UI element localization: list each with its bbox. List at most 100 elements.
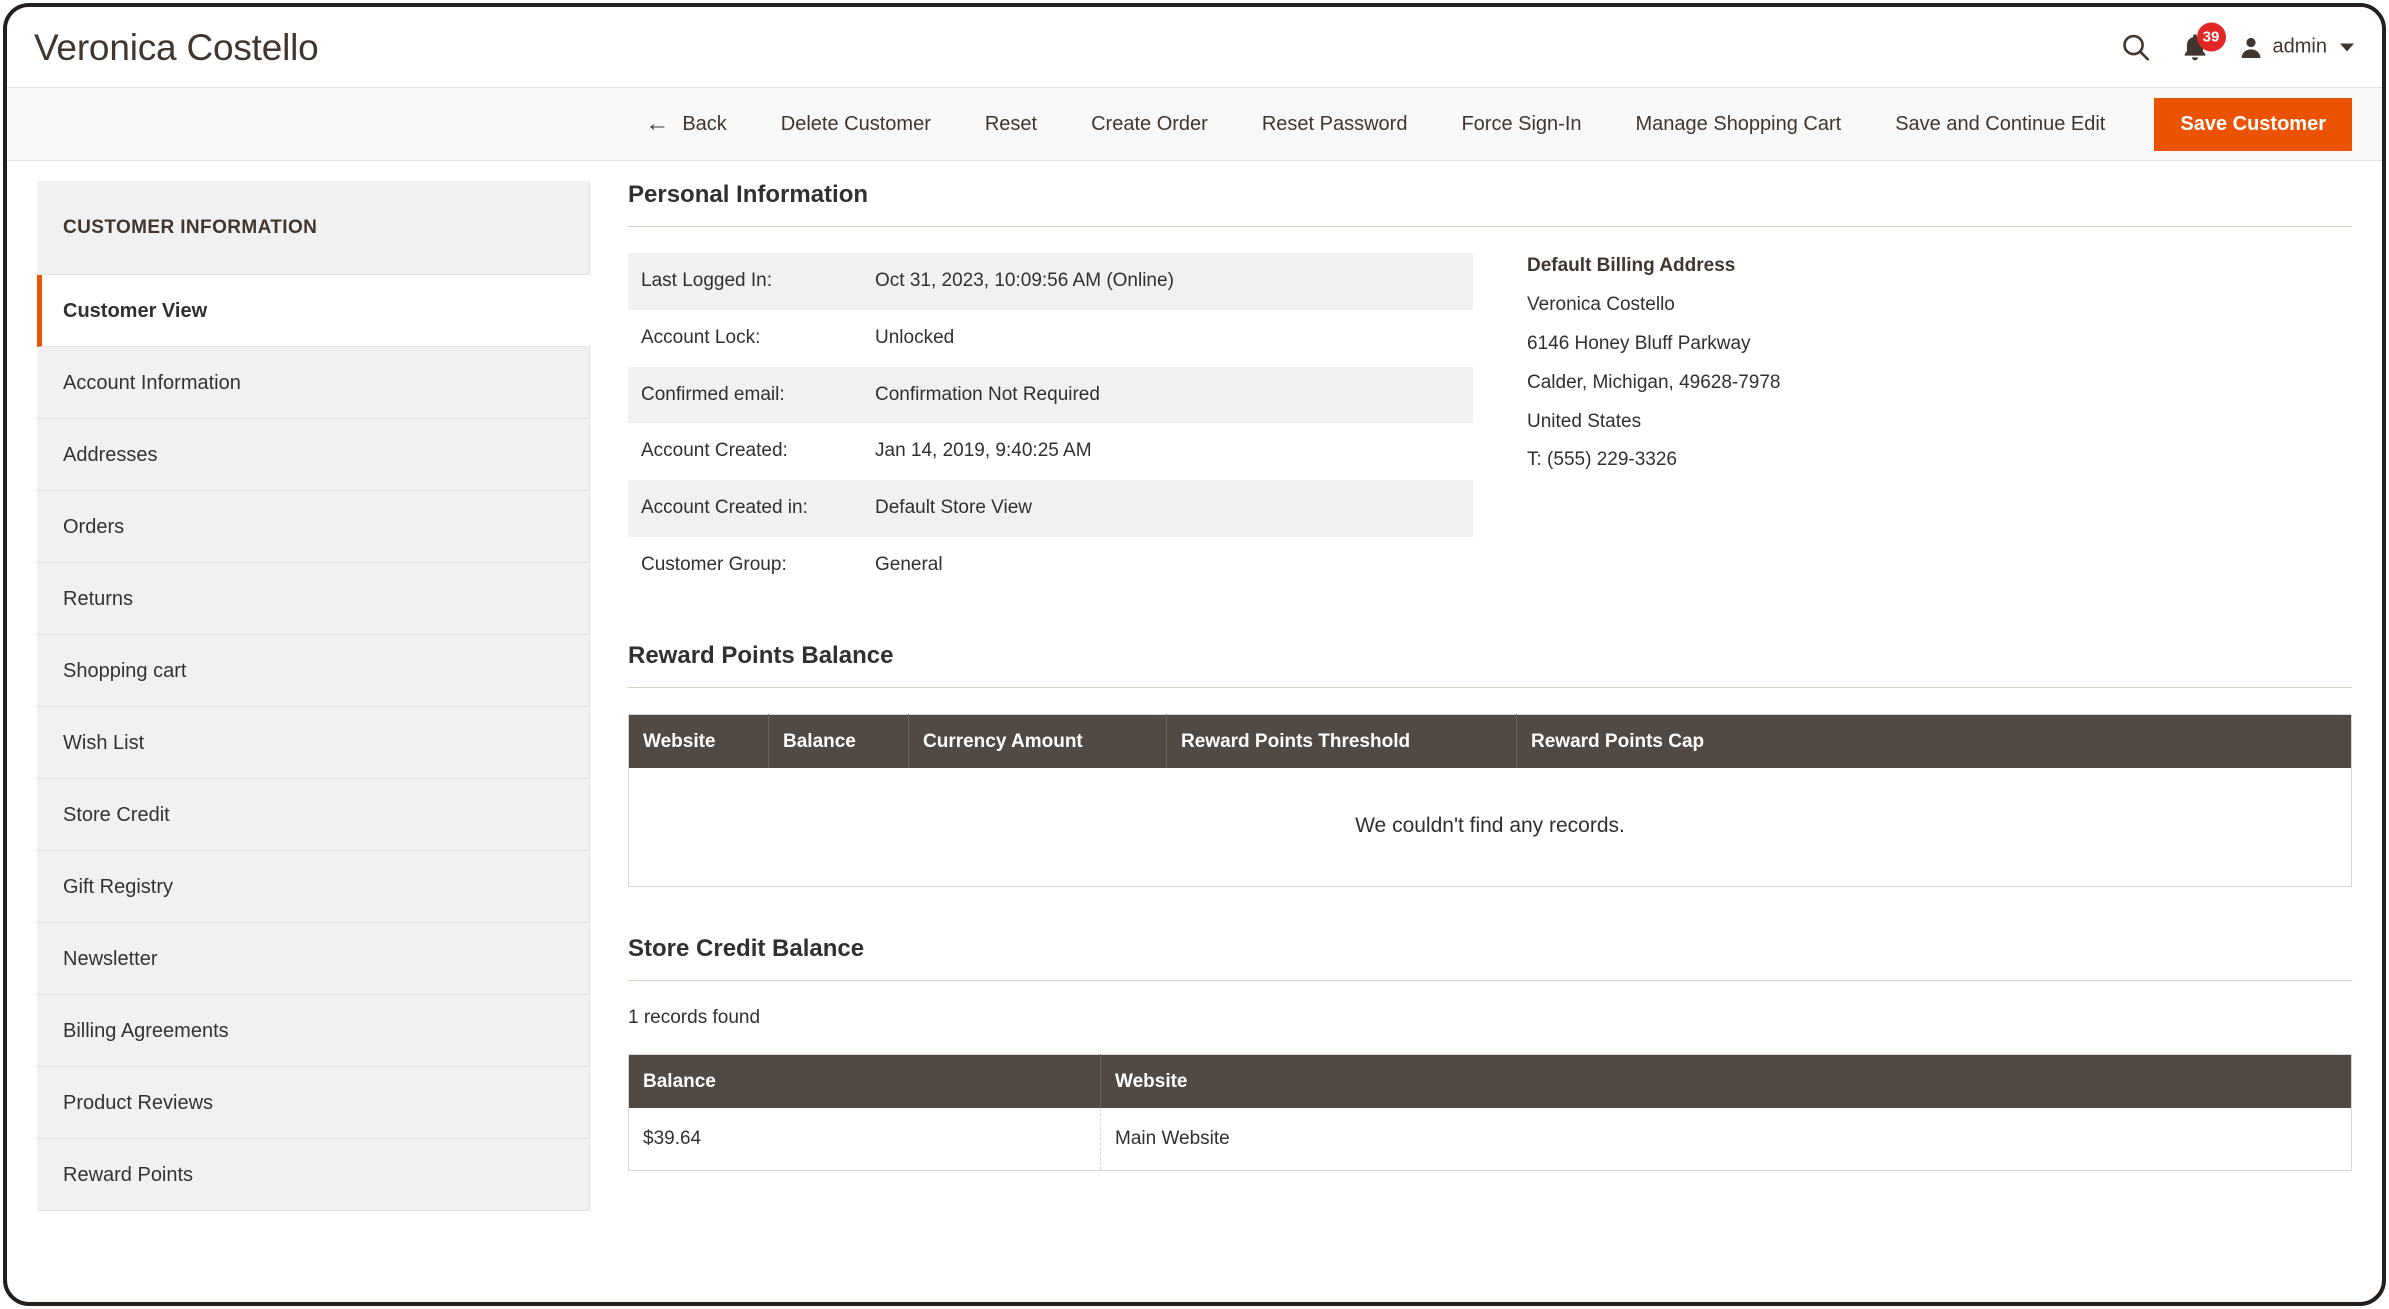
back-button[interactable]: ← Back	[645, 112, 753, 136]
personal-info-value: Oct 31, 2023, 10:09:56 AM (Online)	[875, 270, 1174, 291]
table-row: $39.64 Main Website	[628, 1107, 2352, 1171]
table-row: Account Created in: Default Store View	[628, 480, 1473, 537]
cell-balance: $39.64	[628, 1107, 1101, 1171]
customer-information-sidebar: CUSTOMER INFORMATION Customer View Accoun…	[37, 181, 590, 1211]
back-button-label: Back	[682, 112, 727, 135]
sidebar-item-label: Addresses	[63, 444, 158, 466]
chevron-down-icon	[2340, 43, 2354, 51]
arrow-left-icon: ←	[645, 110, 670, 137]
personal-info-label: Customer Group:	[641, 553, 787, 575]
sidebar-item-account-information[interactable]: Account Information	[37, 347, 589, 419]
admin-user-label: admin	[2272, 35, 2327, 58]
personal-info-value: Unlocked	[875, 326, 955, 348]
personal-information-section: Personal Information Last Logged In: Oct …	[628, 181, 2352, 594]
column-header[interactable]: Balance	[628, 1054, 1101, 1108]
sidebar-item-label: Reward Points	[63, 1164, 194, 1186]
address-line: United States	[1527, 410, 1642, 432]
table-row: Last Logged In: Oct 31, 2023, 10:09:56 AM…	[628, 253, 1473, 310]
default-billing-address: Default Billing Address Veronica Costell…	[1473, 253, 1781, 594]
save-and-continue-edit-button[interactable]: Save and Continue Edit	[1868, 113, 2132, 136]
reward-points-balance-section: Reward Points Balance Website Balance Curr…	[628, 642, 2352, 887]
browser-page-frame: Veronica Costello 39 admin ← Back Delete…	[3, 3, 2386, 1306]
sidebar-item-customer-view[interactable]: Customer View	[37, 275, 590, 347]
personal-info-label: Account Created:	[641, 440, 788, 462]
sidebar-item-label: Orders	[63, 516, 125, 538]
records-found-label: 1 records found	[628, 1006, 761, 1028]
sidebar-item-wish-list[interactable]: Wish List	[37, 707, 589, 779]
create-order-button[interactable]: Create Order	[1064, 113, 1235, 136]
table-row: Account Lock: Unlocked	[628, 310, 1473, 367]
sidebar-item-label: Billing Agreements	[63, 1020, 229, 1042]
personal-information-table: Last Logged In: Oct 31, 2023, 10:09:56 AM…	[628, 253, 1473, 594]
personal-information-title: Personal Information	[628, 181, 2352, 227]
page-actions-toolbar: ← Back Delete Customer Reset Create Orde…	[7, 87, 2382, 161]
personal-info-label: Account Created in:	[641, 497, 808, 519]
sidebar-item-label: Returns	[63, 588, 134, 610]
column-header[interactable]: Reward Points Threshold	[1166, 714, 1517, 768]
sidebar-item-reward-points[interactable]: Reward Points	[37, 1139, 589, 1211]
notifications-button[interactable]: 39	[2181, 22, 2226, 62]
sidebar-item-orders[interactable]: Orders	[37, 491, 589, 563]
reset-button[interactable]: Reset	[958, 113, 1064, 136]
sidebar-item-label: Shopping cart	[63, 660, 187, 682]
store-credit-balance-title: Store Credit Balance	[628, 935, 2352, 981]
sidebar-item-label: Wish List	[63, 732, 145, 754]
store-credit-balance-grid: Balance Website $39.64 Main Website	[628, 1053, 2352, 1171]
sidebar-item-store-credit[interactable]: Store Credit	[37, 779, 589, 851]
admin-header: Veronica Costello 39 admin	[7, 7, 2382, 87]
table-row: Customer Group: General	[628, 537, 1473, 594]
sidebar-item-label: Gift Registry	[63, 876, 174, 898]
personal-info-value: Jan 14, 2019, 9:40:25 AM	[875, 440, 1092, 462]
page-title: Veronica Costello	[34, 26, 319, 68]
address-line: Calder, Michigan, 49628-7978	[1527, 371, 1781, 393]
admin-user-menu[interactable]: admin	[2239, 35, 2354, 59]
personal-info-value: Default Store View	[875, 497, 1033, 519]
default-billing-address-title: Default Billing Address	[1527, 255, 1736, 276]
column-header[interactable]: Website	[1100, 1054, 2352, 1108]
personal-info-label: Confirmed email:	[641, 383, 785, 405]
personal-info-value: Confirmation Not Required	[875, 383, 1100, 405]
personal-info-label: Last Logged In:	[641, 270, 772, 291]
address-line: T: (555) 229-3326	[1527, 449, 1677, 471]
search-icon[interactable]	[2120, 32, 2151, 63]
address-line: Veronica Costello	[1527, 294, 1675, 315]
user-avatar-icon	[2241, 37, 2260, 58]
empty-records-message: We couldn't find any records.	[628, 767, 2352, 887]
store-credit-balance-section: Store Credit Balance 1 records found Bal…	[628, 935, 2352, 1171]
manage-shopping-cart-button[interactable]: Manage Shopping Cart	[1609, 113, 1869, 136]
sidebar-item-billing-agreements[interactable]: Billing Agreements	[37, 995, 589, 1067]
column-header[interactable]: Currency Amount	[908, 714, 1167, 768]
column-header[interactable]: Website	[628, 714, 769, 768]
cell-website: Main Website	[1100, 1107, 2352, 1171]
sidebar-item-gift-registry[interactable]: Gift Registry	[37, 851, 589, 923]
column-header[interactable]: Balance	[768, 714, 909, 768]
notifications-badge: 39	[2196, 22, 2226, 51]
header-actions: 39 admin	[2120, 22, 2354, 63]
reward-points-balance-title: Reward Points Balance	[628, 642, 2352, 688]
table-header-row: Website Balance Currency Amount Reward Poin…	[628, 714, 2352, 768]
table-row: Account Created: Jan 14, 2019, 9:40:25 AM	[628, 423, 1473, 480]
sidebar-item-product-reviews[interactable]: Product Reviews	[37, 1067, 589, 1139]
sidebar-item-returns[interactable]: Returns	[37, 563, 589, 635]
save-customer-button[interactable]: Save Customer	[2154, 97, 2352, 151]
sidebar-item-label: Store Credit	[63, 804, 170, 826]
force-sign-in-button[interactable]: Force Sign-In	[1434, 113, 1608, 136]
sidebar-item-label: Product Reviews	[63, 1092, 214, 1114]
main-content: Personal Information Last Logged In: Oct …	[590, 181, 2382, 1219]
table-row: Confirmed email: Confirmation Not Require…	[628, 366, 1473, 424]
sidebar-item-newsletter[interactable]: Newsletter	[37, 923, 589, 995]
address-line: 6146 Honey Bluff Parkway	[1527, 332, 1751, 354]
sidebar-item-label: Account Information	[63, 372, 241, 394]
sidebar-item-shopping-cart[interactable]: Shopping cart	[37, 635, 589, 707]
sidebar-nav: Customer View Account Information Addresse…	[37, 275, 590, 1211]
empty-row: We couldn't find any records.	[628, 767, 2352, 887]
page-body: CUSTOMER INFORMATION Customer View Accoun…	[7, 161, 2382, 1219]
sidebar-title: CUSTOMER INFORMATION	[37, 181, 589, 275]
sidebar-item-addresses[interactable]: Addresses	[37, 419, 589, 491]
delete-customer-button[interactable]: Delete Customer	[754, 113, 958, 136]
table-header-row: Balance Website	[628, 1054, 2352, 1108]
reset-password-button[interactable]: Reset Password	[1235, 113, 1435, 136]
column-header[interactable]: Reward Points Cap	[1516, 714, 2352, 768]
personal-info-label: Account Lock:	[641, 326, 761, 348]
sidebar-item-label: Newsletter	[63, 948, 158, 970]
